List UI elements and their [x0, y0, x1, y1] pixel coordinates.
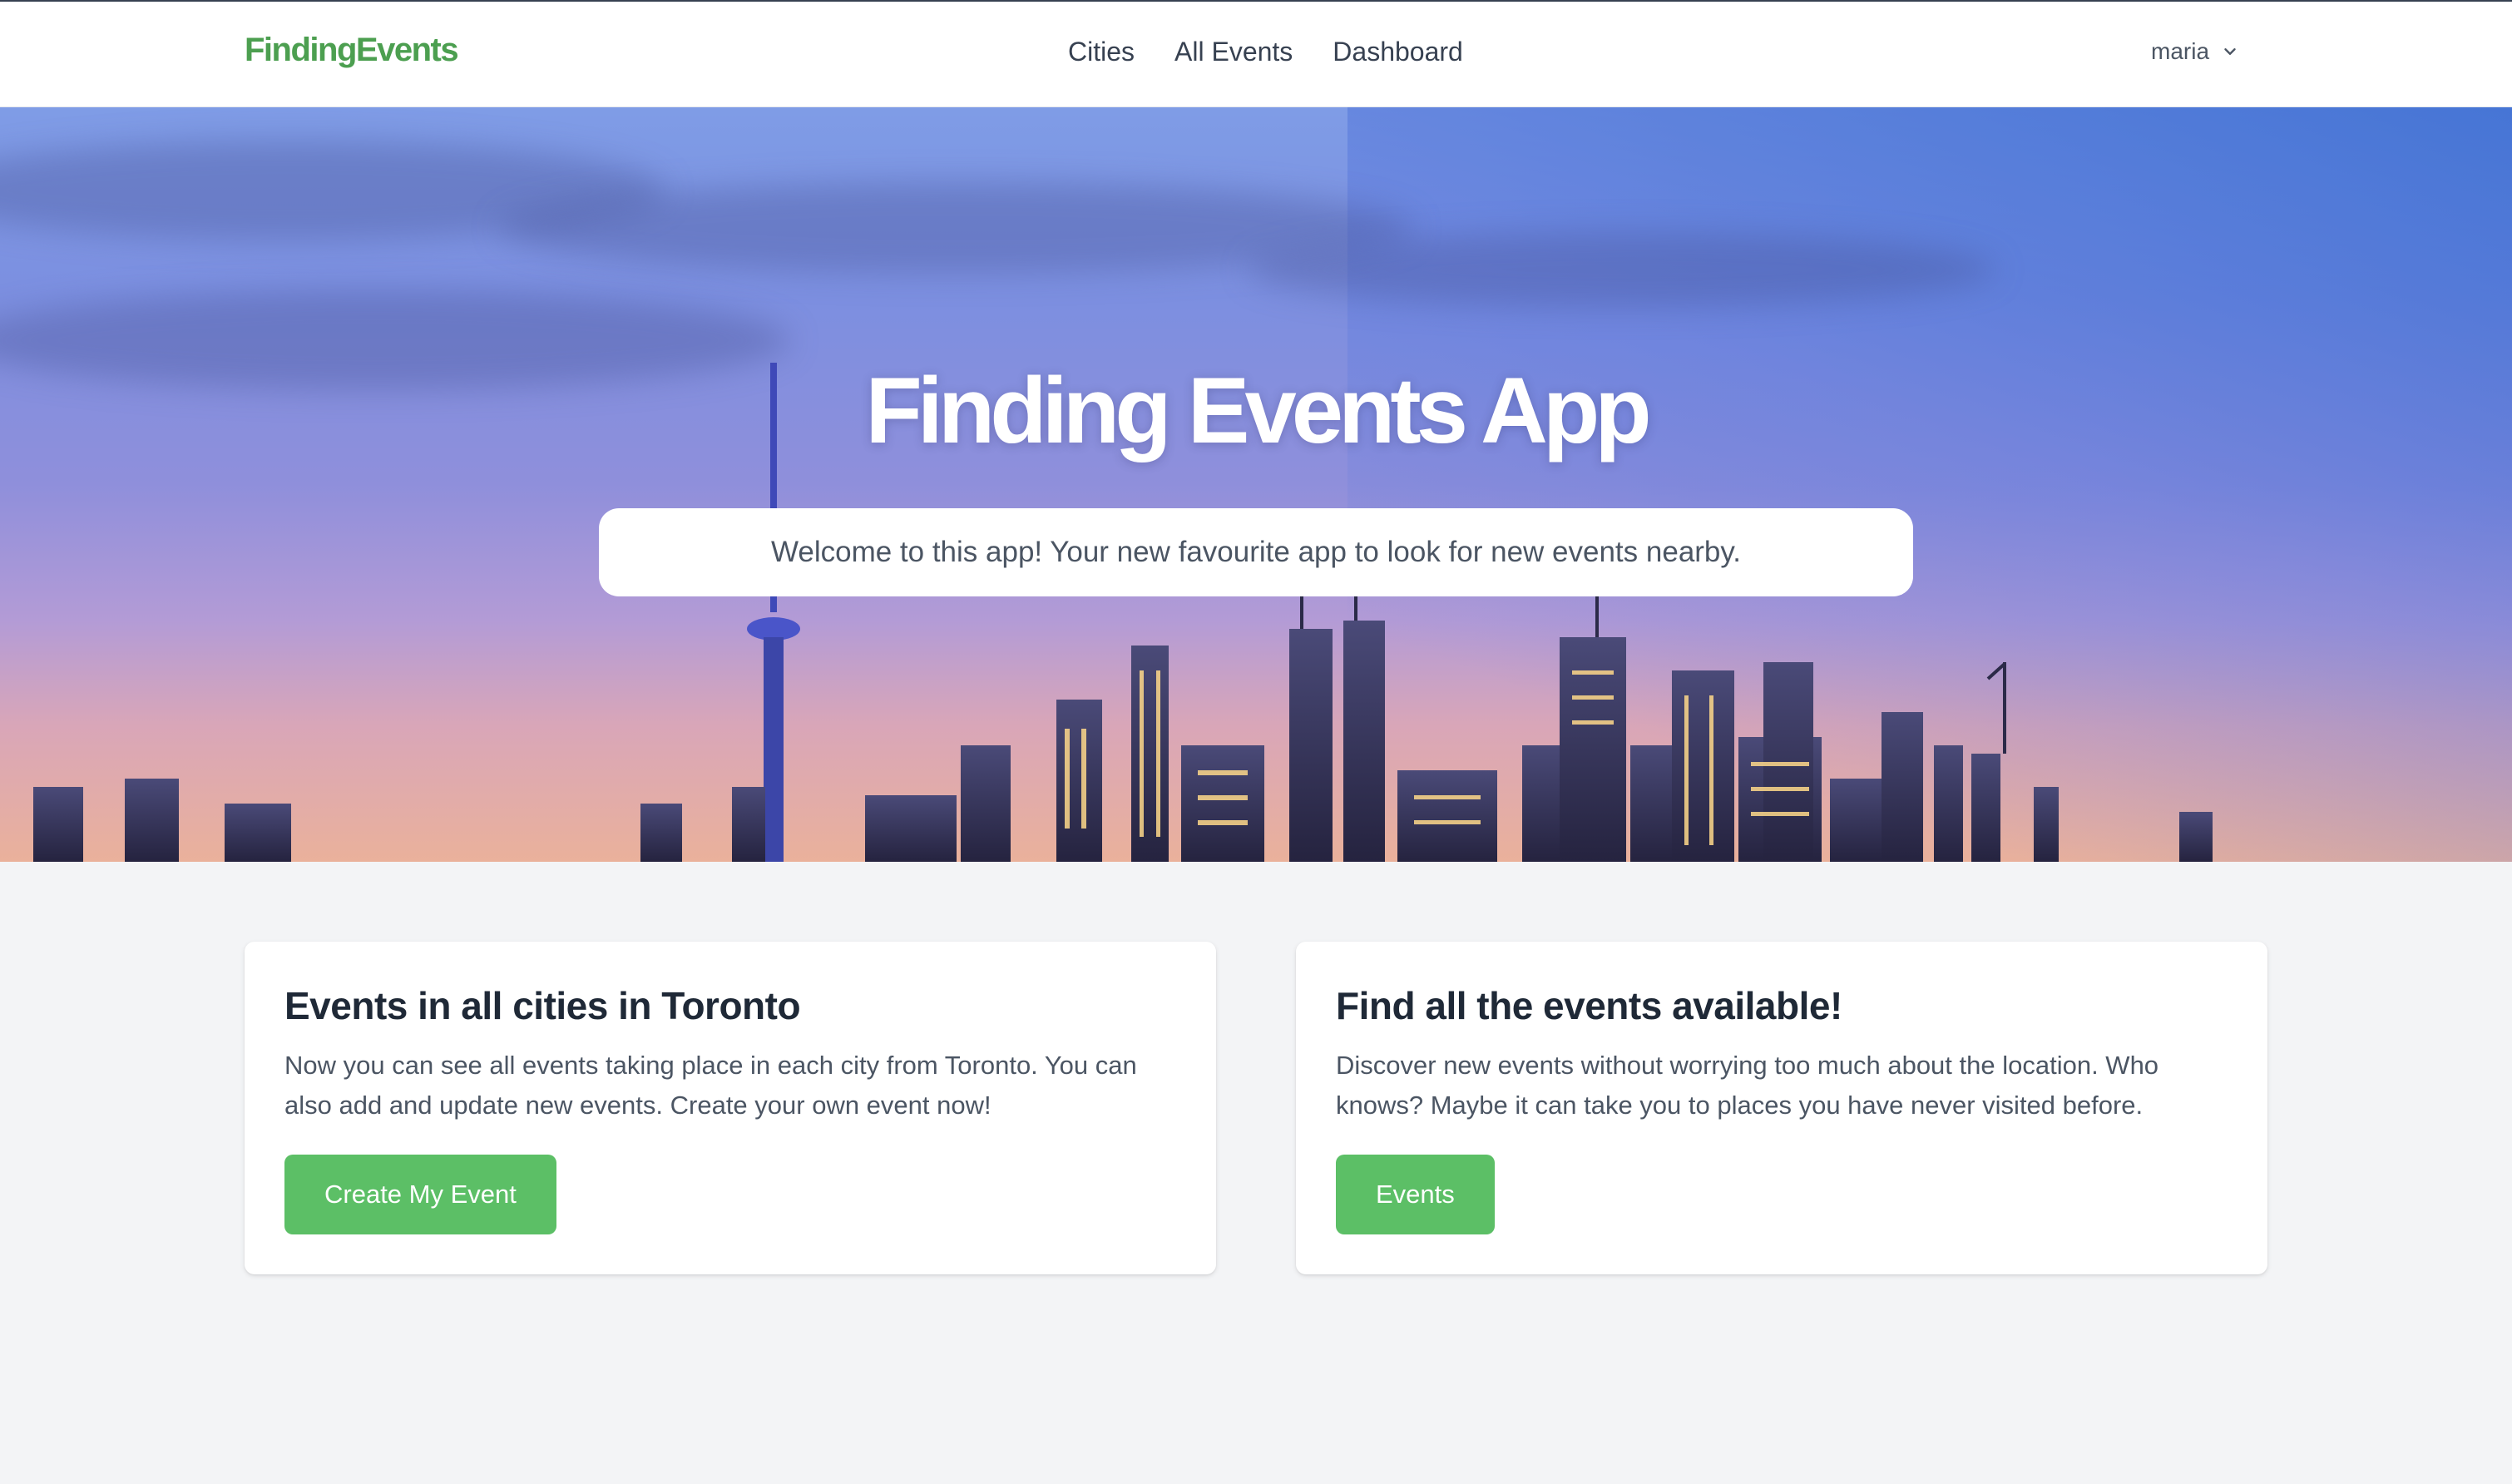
- card-description: Now you can see all events taking place …: [284, 1050, 1137, 1120]
- brand-logo[interactable]: FindingEvents: [245, 32, 459, 69]
- card-description: Discover new events without worrying too…: [1336, 1050, 2159, 1120]
- user-menu-button[interactable]: maria: [2151, 38, 2239, 65]
- nav-link-dashboard[interactable]: Dashboard: [1333, 37, 1463, 67]
- hero-banner: Finding Events App Welcome to this app! …: [0, 107, 2512, 862]
- main-nav: Cities All Events Dashboard: [1068, 37, 1463, 67]
- card-find-events: Find all the events available! Discover …: [1296, 942, 2267, 1274]
- hero-welcome-box: Welcome to this app! Your new favourite …: [599, 508, 1913, 596]
- hero-subtitle: Welcome to this app! Your new favourite …: [770, 536, 1742, 568]
- card-events-toronto: Events in all cities in Toronto Now you …: [245, 942, 1216, 1274]
- nav-link-all-events[interactable]: All Events: [1174, 37, 1293, 67]
- nav-link-cities[interactable]: Cities: [1068, 37, 1135, 67]
- hero-title: Finding Events App: [865, 359, 1651, 463]
- events-button[interactable]: Events: [1336, 1155, 1495, 1234]
- card-title: Find all the events available!: [1336, 984, 1842, 1027]
- user-name: maria: [2151, 38, 2210, 64]
- chevron-down-icon: [2224, 48, 2236, 55]
- card-title: Events in all cities in Toronto: [284, 984, 801, 1027]
- create-my-event-button[interactable]: Create My Event: [284, 1155, 556, 1234]
- navbar: FindingEvents Cities All Events Dashboar…: [0, 0, 2512, 107]
